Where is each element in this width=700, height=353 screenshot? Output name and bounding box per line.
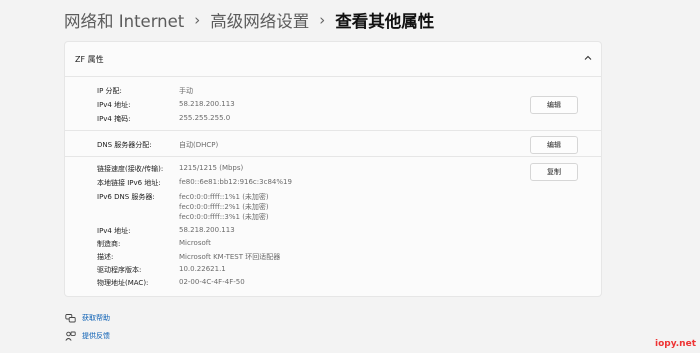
give-feedback-link[interactable]: 提供反馈: [64, 330, 110, 342]
breadcrumb-network-internet[interactable]: 网络和 Internet: [64, 8, 184, 32]
ip-assignment-value: 手动: [179, 87, 193, 95]
get-help-label[interactable]: 获取帮助: [82, 313, 110, 323]
breadcrumb-separator: ›: [194, 11, 201, 29]
ipv4-address-label: IPv4 地址:: [97, 101, 131, 109]
breadcrumb-separator: ›: [319, 11, 326, 29]
ipv4-address-value-2: 58.218.200.113: [179, 226, 235, 234]
manufacturer-value: Microsoft: [179, 239, 211, 247]
section-divider: [65, 156, 601, 157]
manufacturer-label: 制造商:: [97, 240, 121, 248]
ipv6-dns-value-1: fec0:0:0:ffff::1%1 (未加密): [179, 193, 269, 201]
watermark: iopy.net: [655, 339, 696, 349]
ipv6-dns-value-2: fec0:0:0:ffff::2%1 (未加密): [179, 203, 269, 211]
ipv6-dns-label: IPv6 DNS 服务器:: [97, 193, 155, 201]
give-feedback-label[interactable]: 提供反馈: [82, 331, 110, 341]
ipv4-mask-value: 255.255.255.0: [179, 114, 231, 122]
chevron-up-icon[interactable]: [582, 52, 594, 64]
edit-ip-button[interactable]: 编辑: [530, 96, 578, 114]
mac-address-label: 物理地址(MAC):: [97, 279, 149, 287]
feedback-icon: [64, 330, 76, 342]
ipv4-address-label-2: IPv4 地址:: [97, 227, 131, 235]
breadcrumb: 网络和 Internet › 高级网络设置 › 查看其他属性: [64, 8, 434, 32]
section-divider: [65, 130, 601, 131]
description-label: 描述:: [97, 253, 114, 261]
properties-card: ZF 属性 IP 分配: 手动 IPv4 地址: 58.218.200.113 …: [64, 41, 602, 297]
driver-version-value: 10.0.22621.1: [179, 265, 226, 273]
ipv6-dns-value-3: fec0:0:0:ffff::3%1 (未加密): [179, 213, 269, 221]
driver-version-label: 驱动程序版本:: [97, 266, 142, 274]
ipv4-address-value: 58.218.200.113: [179, 100, 235, 108]
link-speed-label: 链接速度(接收/传输):: [97, 165, 164, 173]
ip-assignment-label: IP 分配:: [97, 87, 122, 95]
copy-button[interactable]: 复制: [530, 163, 578, 181]
page-title: 查看其他属性: [335, 12, 435, 31]
mac-address-value: 02-00-4C-4F-4F-50: [179, 278, 245, 286]
ipv6-local-value: fe80::6e81:bb12:916c:3c84%19: [179, 178, 292, 186]
breadcrumb-advanced-network-settings[interactable]: 高级网络设置: [210, 8, 309, 32]
ipv4-mask-label: IPv4 掩码:: [97, 115, 131, 123]
adapter-title: ZF 属性: [75, 55, 104, 64]
edit-dns-button[interactable]: 编辑: [530, 136, 578, 154]
get-help-link[interactable]: 获取帮助: [64, 312, 110, 324]
dns-assignment-value: 自动(DHCP): [179, 141, 219, 149]
dns-assignment-label: DNS 服务器分配:: [97, 141, 152, 149]
description-value: Microsoft KM-TEST 环回适配器: [179, 253, 281, 261]
link-speed-value: 1215/1215 (Mbps): [179, 164, 244, 172]
properties-card-header[interactable]: ZF 属性: [65, 42, 601, 77]
help-icon: [64, 312, 76, 324]
ipv6-local-label: 本地链接 IPv6 地址:: [97, 179, 161, 187]
